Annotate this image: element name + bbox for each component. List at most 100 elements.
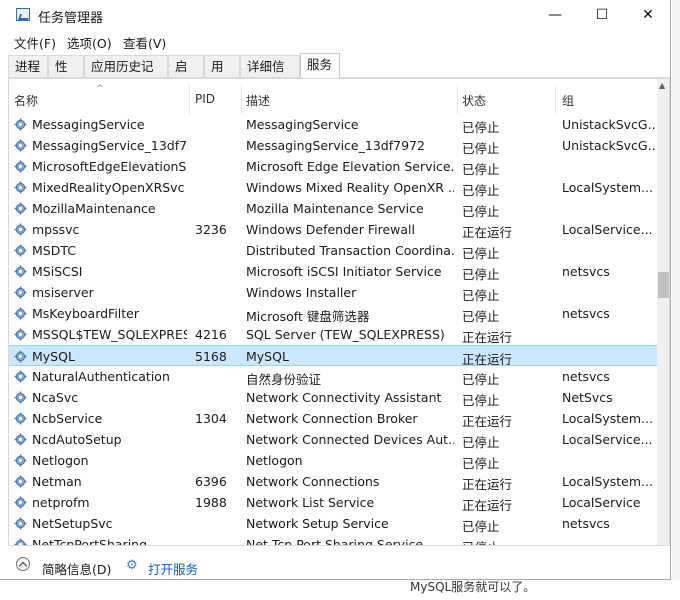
service-description: Microsoft Edge Elevation Service... — [246, 159, 454, 174]
service-status: 正在运行 — [462, 477, 513, 492]
service-description: SQL Server (TEW_SQLEXPRESS) — [246, 327, 445, 342]
service-gear-icon — [14, 139, 27, 152]
fewer-details-link[interactable]: 简略信息(D) — [42, 559, 111, 578]
table-row[interactable]: MixedRealityOpenXRSvc Windows Mixed Reali… — [9, 177, 657, 198]
service-description: Network Connectivity Assistant — [246, 390, 442, 405]
open-services-link[interactable]: 打开服务 — [148, 559, 198, 578]
service-description: MessagingService — [246, 117, 359, 132]
tab-app-history[interactable]: 应用历史记录 — [84, 55, 168, 96]
service-name: MozillaMaintenance — [32, 201, 156, 216]
service-gear-icon — [14, 181, 27, 194]
table-row[interactable]: NetSetupSvc Network Setup Service 已停止 netsv… — [9, 513, 657, 534]
service-description: Windows Installer — [246, 285, 357, 300]
service-group: LocalService — [562, 495, 641, 510]
service-description: Netlogon — [246, 453, 303, 468]
sort-ascending-icon: ^ — [96, 84, 104, 94]
table-row[interactable]: MSiSCSI Microsoft iSCSI Initiator Service… — [9, 261, 657, 282]
table-row[interactable]: Netlogon Netlogon 已停止 — [9, 450, 657, 471]
service-group: NetSvcs — [562, 390, 613, 405]
table-row[interactable]: MySQL 5168 MySQL 正在运行 — [9, 345, 657, 367]
table-row[interactable]: NetTcpPortSharing Net.Tcp Port Sharing Se… — [9, 534, 657, 545]
close-button[interactable]: ✕ — [625, 0, 671, 30]
table-row[interactable]: NcdAutoSetup Network Connected Devices Au… — [9, 429, 657, 450]
service-gear-icon — [14, 307, 27, 320]
task-manager-icon — [16, 8, 30, 21]
column-status[interactable]: 状态 — [462, 92, 486, 109]
column-divider[interactable] — [555, 85, 556, 114]
service-name: MessagingService_13df7... — [32, 138, 187, 153]
tab-details[interactable]: 详细信息 — [240, 55, 300, 96]
column-name[interactable]: 名称 — [14, 92, 38, 109]
menu-file[interactable]: 文件(F) — [14, 33, 56, 52]
window-title: 任务管理器 — [38, 11, 104, 26]
background-document — [0, 580, 680, 600]
service-name: NcaSvc — [32, 390, 79, 405]
table-row[interactable]: MsKeyboardFilter Microsoft 键盘筛选器 已停止 netsvc… — [9, 303, 657, 324]
minimize-button[interactable]: — — [532, 0, 578, 30]
table-row[interactable]: mpssvc 3236 Windows Defender Firewall 正在运行 L… — [9, 219, 657, 240]
service-gear-icon — [14, 412, 27, 425]
service-status: 已停止 — [462, 183, 500, 198]
service-pid: 5168 — [195, 349, 227, 364]
service-description: Network Setup Service — [246, 516, 389, 531]
table-row[interactable]: MessagingService_13df7... MessagingServic… — [9, 135, 657, 156]
column-group[interactable]: 组 — [562, 92, 574, 109]
column-divider[interactable] — [457, 85, 458, 114]
service-name: Netlogon — [32, 453, 89, 468]
service-status: 已停止 — [462, 393, 500, 408]
tab-services[interactable]: 服务 — [300, 53, 340, 78]
tab-users[interactable]: 用户 — [204, 55, 240, 96]
tab-processes[interactable]: 进程 — [8, 55, 48, 77]
vertical-scrollbar[interactable]: ▲ — [657, 79, 669, 545]
service-name: MySQL — [32, 349, 75, 364]
service-group: UnistackSvcG... — [562, 117, 656, 132]
table-row[interactable]: MSSQL$TEW_SQLEXPRESS 4216 SQL Server (TEW_… — [9, 324, 657, 345]
menu-bar: 文件(F) 选项(O) 查看(V) — [0, 31, 670, 51]
service-name: MSiSCSI — [32, 264, 83, 279]
table-row[interactable]: MessagingService MessagingService 已停止 Unist… — [9, 114, 657, 135]
maximize-button[interactable]: ☐ — [579, 0, 625, 30]
background-text: MySQL服务就可以了。 — [410, 580, 536, 594]
table-row[interactable]: MozillaMaintenance Mozilla Maintenance Se… — [9, 198, 657, 219]
service-gear-icon — [14, 350, 27, 363]
service-status: 已停止 — [462, 267, 500, 282]
table-row[interactable]: netprofm 1988 Network List Service 正在运行 Loca… — [9, 492, 657, 513]
scroll-up-icon[interactable]: ▲ — [659, 81, 665, 90]
service-gear-icon — [14, 517, 27, 530]
menu-options[interactable]: 选项(O) — [67, 33, 112, 52]
service-name: MSDTC — [32, 243, 76, 258]
service-pid: 6396 — [195, 474, 227, 489]
table-row[interactable]: NcbService 1304 Network Connection Broker 正… — [9, 408, 657, 429]
services-list: ^ 名称 PID 描述 状态 组 MessagingService Messagi… — [8, 78, 670, 546]
service-pid: 1304 — [195, 411, 227, 426]
service-name: netprofm — [32, 495, 90, 510]
table-row[interactable]: MicrosoftEdgeElevationS... Microsoft Edge… — [9, 156, 657, 177]
service-name: Netman — [32, 474, 82, 489]
table-row[interactable]: msiserver Windows Installer 已停止 — [9, 282, 657, 303]
column-divider[interactable] — [189, 85, 190, 114]
table-row[interactable]: Netman 6396 Network Connections 正在运行 LocalSy… — [9, 471, 657, 492]
collapse-chevron-icon[interactable] — [16, 557, 30, 571]
services-gear-icon[interactable]: ⚙ — [126, 558, 138, 573]
service-pid: 1988 — [195, 495, 227, 510]
table-row[interactable]: NaturalAuthentication 自然身份验证 已停止 netsvcs — [9, 366, 657, 387]
table-row[interactable]: MSDTC Distributed Transaction Coordina...… — [9, 240, 657, 261]
tab-startup[interactable]: 启动 — [168, 55, 204, 96]
scrollbar-thumb[interactable] — [658, 272, 669, 298]
service-name: MSSQL$TEW_SQLEXPRESS — [32, 327, 187, 342]
service-pid: 4216 — [195, 327, 227, 342]
service-gear-icon — [14, 538, 27, 545]
close-icon: ✕ — [642, 7, 654, 23]
service-group: LocalSystem... — [562, 474, 653, 489]
service-gear-icon — [14, 496, 27, 509]
column-pid[interactable]: PID — [195, 92, 215, 106]
column-description[interactable]: 描述 — [246, 92, 270, 109]
title-bar[interactable]: 任务管理器 — ☐ ✕ — [0, 0, 670, 30]
service-description: Network List Service — [246, 495, 375, 510]
tab-performance[interactable]: 性能 — [48, 55, 84, 96]
service-group: UnistackSvcG... — [562, 138, 656, 153]
table-row[interactable]: NcaSvc Network Connectivity Assistant 已停止 N… — [9, 387, 657, 408]
menu-view[interactable]: 查看(V) — [123, 33, 166, 52]
column-divider[interactable] — [241, 85, 242, 114]
service-name: MicrosoftEdgeElevationS... — [32, 159, 187, 174]
